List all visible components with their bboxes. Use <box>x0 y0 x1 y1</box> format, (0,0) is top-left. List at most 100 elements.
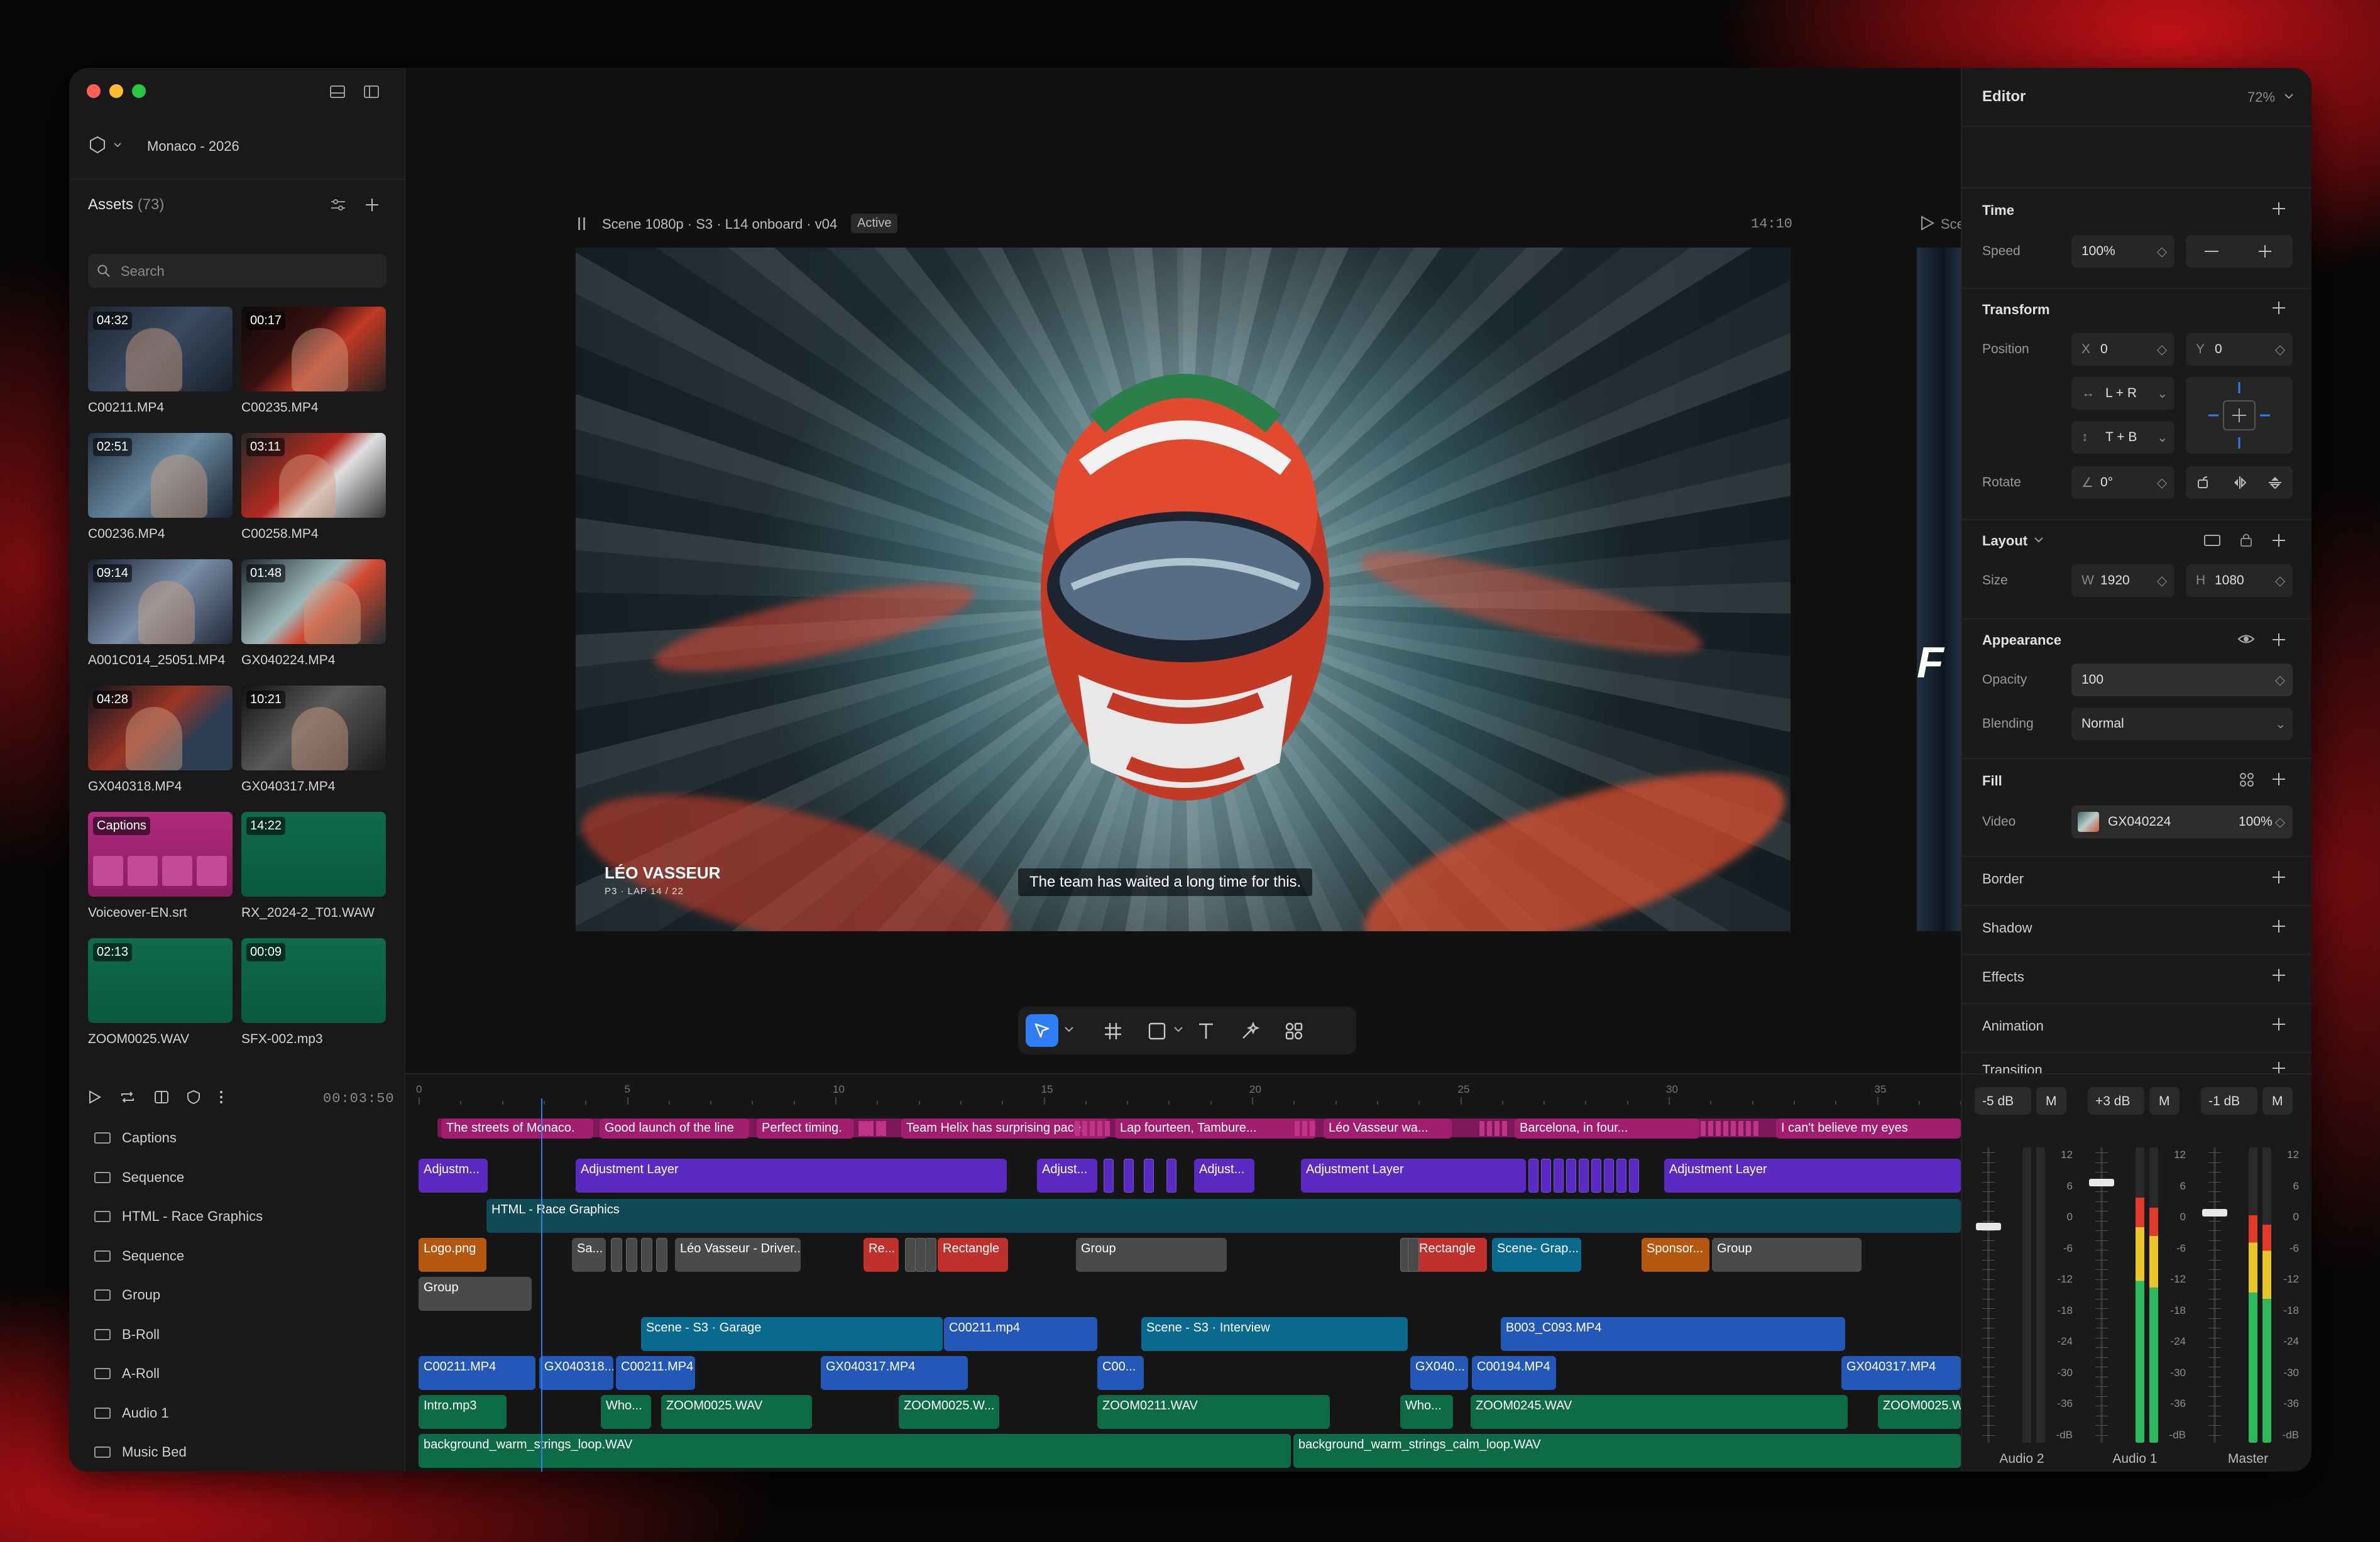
timeline-clip[interactable]: Scene- Grap... <box>1492 1238 1581 1272</box>
fader-knob[interactable] <box>2202 1209 2227 1217</box>
fader-knob[interactable] <box>2089 1179 2114 1186</box>
timeline-clip[interactable]: GX040317.MP4 <box>1841 1356 1961 1390</box>
border-section-label[interactable]: Border <box>1982 871 2024 887</box>
timeline-clip[interactable]: ZOOM0025.W... <box>899 1395 999 1429</box>
timeline-clip[interactable]: Barcelona, in four... <box>1515 1118 1699 1139</box>
mute-button[interactable]: M <box>2262 1087 2293 1115</box>
timeline-clip[interactable]: Who... <box>601 1395 651 1429</box>
track-header[interactable]: HTML - Race Graphics <box>94 1208 263 1225</box>
timeline-clip[interactable]: C00211.mp4 <box>944 1317 1097 1351</box>
asset-thumbnail[interactable]: 09:14 <box>88 559 233 644</box>
blending-select[interactable]: Normal ⌄ <box>2071 708 2293 740</box>
project-selector[interactable] <box>88 136 126 155</box>
minimize-window-button[interactable] <box>109 84 123 98</box>
rotate-field[interactable]: ∠ 0° ◇ <box>2071 466 2174 499</box>
timeline-clip[interactable]: Perfect timing. <box>757 1118 853 1139</box>
add-border-icon[interactable] <box>2271 870 2286 885</box>
timeline-clip[interactable]: I can't believe my eyes <box>1776 1118 1961 1139</box>
rotate-90-icon[interactable] <box>2196 475 2211 490</box>
timeline-clip[interactable]: C00... <box>1097 1356 1144 1390</box>
chevron-down-icon[interactable] <box>2034 537 2044 544</box>
grid-style-icon[interactable] <box>2239 772 2255 788</box>
loop-icon[interactable] <box>119 1090 136 1105</box>
mute-button[interactable]: M <box>2149 1087 2180 1115</box>
add-time-icon[interactable] <box>2271 201 2286 216</box>
sidebar-toggle-icon[interactable] <box>363 84 380 99</box>
timeline-clip[interactable]: ZOOM0025.WAV <box>661 1395 812 1429</box>
shadow-section-label[interactable]: Shadow <box>1982 920 2032 936</box>
zoom-level[interactable]: 72% <box>2247 89 2275 106</box>
timeline-clip[interactable]: ZOOM0211.WAV <box>1097 1395 1330 1429</box>
frame-icon[interactable] <box>2203 533 2221 548</box>
add-fill-icon[interactable] <box>2271 772 2286 787</box>
filter-icon[interactable] <box>329 196 347 214</box>
horizontal-constraint-select[interactable]: ↔ L + R ⌄ <box>2071 377 2174 410</box>
play-scene-icon[interactable] <box>1919 215 1936 231</box>
timeline-clip[interactable]: Léo Vasseur - Driver... <box>675 1238 801 1272</box>
channel-gain-field[interactable]: +3 dB <box>2088 1087 2144 1115</box>
timeline-clip[interactable]: HTML - Race Graphics <box>486 1199 1961 1233</box>
asset-thumbnail[interactable]: 02:51 <box>88 433 233 518</box>
track-header[interactable]: Sequence <box>94 1169 184 1186</box>
timeline-clip[interactable]: background_warm_strings_calm_loop.WAV <box>1293 1434 1961 1468</box>
add-effects-icon[interactable] <box>2271 968 2286 983</box>
split-icon[interactable] <box>153 1090 170 1105</box>
asset-thumbnail[interactable]: 03:11 <box>241 433 386 518</box>
timeline-clip[interactable]: The streets of Monaco. <box>441 1118 593 1139</box>
timeline-clip[interactable]: GX040318... <box>539 1356 613 1390</box>
opacity-field[interactable]: 100 ◇ <box>2071 664 2293 696</box>
channel-gain-field[interactable]: -5 dB <box>1975 1087 2031 1115</box>
constraint-widget[interactable] <box>2186 377 2293 454</box>
video-fill-field[interactable]: GX040224 100% ◇ <box>2071 806 2293 838</box>
timeline-clip[interactable]: Group <box>419 1277 532 1311</box>
track-header[interactable]: Music Bed <box>94 1444 187 1460</box>
increase-speed-button[interactable] <box>2257 244 2273 259</box>
fader-knob[interactable] <box>1976 1223 2001 1230</box>
timeline-clip[interactable]: ZOOM0245.WAV <box>1471 1395 1848 1429</box>
track-header[interactable]: Captions <box>94 1130 177 1146</box>
scene-drag-handle[interactable] <box>578 217 585 230</box>
timeline-clip[interactable]: Léo Vasseur wa... <box>1324 1118 1452 1139</box>
timeline-clip[interactable]: C00211.MP4 <box>616 1356 695 1390</box>
timeline-clip[interactable]: B003_C093.MP4 <box>1501 1317 1845 1351</box>
play-icon[interactable] <box>87 1090 102 1105</box>
timeline-clip[interactable]: C00194.MP4 <box>1472 1356 1556 1390</box>
timeline-clip[interactable]: Adjust... <box>1037 1159 1097 1193</box>
animation-section-label[interactable]: Animation <box>1982 1018 2044 1034</box>
timeline-clip[interactable]: Good launch of the line <box>600 1118 749 1139</box>
chevron-down-icon[interactable] <box>1173 1025 1184 1034</box>
lock-icon[interactable] <box>2239 532 2254 548</box>
eye-icon[interactable] <box>2237 632 2255 646</box>
asset-thumbnail[interactable]: Captions <box>88 812 233 897</box>
shield-icon[interactable] <box>186 1090 201 1105</box>
vertical-constraint-select[interactable]: ↕ T + B ⌄ <box>2071 421 2174 454</box>
track-header[interactable]: B-Roll <box>94 1326 160 1343</box>
position-x-field[interactable]: X 0 ◇ <box>2071 333 2174 366</box>
timeline-clip[interactable]: C00211.MP4 <box>419 1356 535 1390</box>
layout-section-label[interactable]: Layout <box>1982 533 2027 549</box>
timeline-clip[interactable]: Lap fourteen, Tambure... <box>1115 1118 1316 1139</box>
text-tool-icon[interactable] <box>1197 1022 1215 1041</box>
add-transform-icon[interactable] <box>2271 300 2286 315</box>
timeline-clip[interactable]: Scene - S3 · Interview <box>1141 1317 1408 1351</box>
position-y-field[interactable]: Y 0 ◇ <box>2186 333 2293 366</box>
timeline-clip[interactable]: Re... <box>864 1238 899 1272</box>
add-layout-icon[interactable] <box>2271 533 2286 548</box>
timeline-clip[interactable]: Who... <box>1400 1395 1453 1429</box>
timeline-clip[interactable]: Sponsor... <box>1642 1238 1709 1272</box>
width-field[interactable]: W 1920 ◇ <box>2071 564 2174 597</box>
timeline-clip[interactable]: ZOOM0025.W... <box>1878 1395 1961 1429</box>
asset-thumbnail[interactable]: 01:48 <box>241 559 386 644</box>
asset-thumbnail[interactable]: 10:21 <box>241 686 386 770</box>
select-tool-button[interactable] <box>1026 1014 1058 1047</box>
effects-section-label[interactable]: Effects <box>1982 969 2024 985</box>
add-animation-icon[interactable] <box>2271 1017 2286 1032</box>
timeline-clip[interactable]: Group <box>1076 1238 1227 1272</box>
flip-horizontal-icon[interactable] <box>2232 475 2247 490</box>
chevron-down-icon[interactable] <box>2284 93 2294 101</box>
add-appearance-icon[interactable] <box>2271 632 2286 647</box>
track-header[interactable]: Group <box>94 1287 160 1303</box>
components-tool-icon[interactable] <box>1285 1022 1303 1041</box>
timeline-clip[interactable]: GX040317.MP4 <box>821 1356 968 1390</box>
search-input[interactable]: Search <box>88 254 387 288</box>
